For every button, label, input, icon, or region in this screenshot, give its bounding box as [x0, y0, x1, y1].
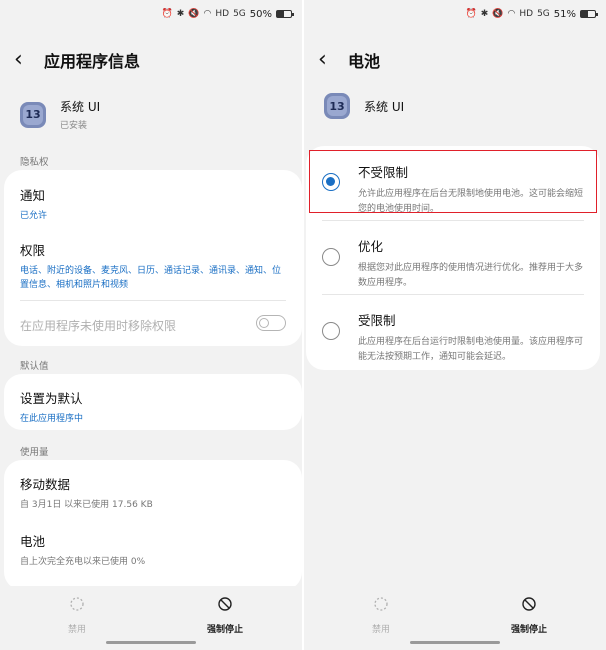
- mute-icon: 🔇: [492, 9, 504, 19]
- battery-screen: ⏰ ✱ 🔇 ◠ HD 5G 51% ‹ 电池 13 系统 UI 不受限制 允许此…: [304, 0, 606, 650]
- back-icon[interactable]: ‹: [318, 46, 342, 74]
- home-indicator[interactable]: [106, 641, 196, 644]
- option-description: 此应用程序在后台运行时限制电池使用量。该应用程序可能无法按预期工作，通知可能会延…: [358, 337, 584, 362]
- remove-permissions-toggle[interactable]: [256, 315, 286, 331]
- option-description: 根据您对此应用程序的使用情况进行优化。推荐用于大多数应用程序。: [358, 263, 584, 288]
- wifi-icon: ◠: [507, 9, 516, 19]
- force-stop-icon: [218, 597, 232, 611]
- mobile-data-row[interactable]: 移动数据 自 3月1日 以来已使用 17.56 KB: [20, 474, 286, 512]
- battery-title: 电池: [20, 534, 46, 549]
- battery-percent: 51%: [553, 8, 576, 20]
- app-header: 13 系统 UI 已安装: [20, 98, 100, 131]
- bluetooth-icon: ✱: [480, 9, 489, 19]
- force-stop-button[interactable]: 强制停止: [484, 596, 574, 635]
- app-name: 系统 UI: [364, 99, 405, 114]
- bottom-action-bar: 禁用 强制停止: [304, 586, 606, 650]
- app-name: 系统 UI: [60, 100, 101, 114]
- app-info-screen: ⏰ ✱ 🔇 ◠ HD 5G 50% ‹ 应用程序信息 13 系统 UI 已安装 …: [0, 0, 302, 650]
- mobile-data-value: 自 3月1日 以来已使用 17.56 KB: [20, 500, 153, 510]
- app-icon: 13: [20, 101, 46, 128]
- option-restricted[interactable]: 受限制 此应用程序在后台运行时限制电池使用量。该应用程序可能无法按预期工作，通知…: [358, 310, 584, 365]
- app-icon: 13: [324, 93, 350, 119]
- section-label-defaults: 默认值: [20, 361, 49, 372]
- usage-card: 移动数据 自 3月1日 以来已使用 17.56 KB 电池 自上次完全充电以来已…: [4, 460, 302, 590]
- notification-row[interactable]: 通知 已允许: [20, 185, 286, 223]
- wifi-icon: ◠: [203, 9, 212, 19]
- disable-label: 禁用: [67, 625, 86, 635]
- page-title: 应用程序信息: [44, 52, 141, 71]
- disable-label: 禁用: [371, 625, 390, 635]
- highlight-box: [309, 150, 597, 213]
- divider: [20, 300, 286, 301]
- option-title: 受限制: [358, 313, 396, 328]
- force-stop-label: 强制停止: [206, 625, 243, 635]
- remove-permissions-row: 在应用程序未使用时移除权限: [20, 315, 286, 333]
- option-radio-restricted[interactable]: [322, 322, 340, 340]
- option-optimized[interactable]: 优化 根据您对此应用程序的使用情况进行优化。推荐用于大多数应用程序。: [358, 236, 584, 291]
- divider: [322, 294, 584, 295]
- set-default-title: 设置为默认: [20, 391, 83, 406]
- home-indicator[interactable]: [410, 641, 500, 644]
- permissions-title: 权限: [20, 243, 46, 258]
- permissions-row[interactable]: 权限 电话、附近的设备、麦克风、日历、通话记录、通讯录、通知、位置信息、相机和照…: [20, 240, 286, 292]
- battery-row[interactable]: 电池 自上次完全充电以来已使用 0%: [20, 531, 286, 569]
- permissions-value: 电话、附近的设备、麦克风、日历、通话记录、通讯录、通知、位置信息、相机和照片和视…: [20, 266, 282, 290]
- disable-icon: [374, 597, 388, 611]
- disable-button[interactable]: 禁用: [336, 596, 426, 635]
- section-label-usage: 使用量: [20, 447, 49, 458]
- notification-title: 通知: [20, 188, 46, 203]
- hd-icon: HD: [215, 9, 230, 19]
- status-bar: ⏰ ✱ 🔇 ◠ HD 5G 51%: [465, 6, 598, 22]
- battery-icon: [276, 10, 294, 18]
- defaults-card: 设置为默认 在此应用程序中: [4, 374, 302, 430]
- page-title: 电池: [348, 52, 381, 71]
- status-bar: ⏰ ✱ 🔇 ◠ HD 5G 50%: [161, 6, 294, 22]
- battery-icon: [580, 10, 598, 18]
- disable-button[interactable]: 禁用: [32, 596, 122, 635]
- set-default-row[interactable]: 设置为默认 在此应用程序中: [20, 388, 286, 426]
- back-icon[interactable]: ‹: [14, 46, 38, 74]
- mobile-data-title: 移动数据: [20, 477, 71, 492]
- alarm-icon: ⏰: [465, 9, 477, 19]
- app-install-state: 已安装: [60, 121, 88, 131]
- bluetooth-icon: ✱: [176, 9, 185, 19]
- divider: [322, 220, 584, 221]
- mute-icon: 🔇: [188, 9, 200, 19]
- force-stop-button[interactable]: 强制停止: [180, 596, 270, 635]
- battery-percent: 50%: [249, 8, 272, 20]
- option-title: 优化: [358, 239, 384, 254]
- app-header: 13 系统 UI: [324, 93, 404, 119]
- signal-icon: 5G: [537, 9, 550, 19]
- alarm-icon: ⏰: [161, 9, 173, 19]
- bottom-action-bar: 禁用 强制停止: [0, 586, 302, 650]
- option-radio-optimized[interactable]: [322, 248, 340, 266]
- set-default-value: 在此应用程序中: [20, 414, 84, 424]
- force-stop-label: 强制停止: [510, 625, 547, 635]
- disable-icon: [70, 597, 84, 611]
- notification-value: 已允许: [20, 211, 48, 221]
- remove-permissions-label: 在应用程序未使用时移除权限: [20, 319, 177, 333]
- signal-icon: 5G: [233, 9, 246, 19]
- privacy-card: 通知 已允许 权限 电话、附近的设备、麦克风、日历、通话记录、通讯录、通知、位置…: [4, 170, 302, 346]
- battery-value: 自上次完全充电以来已使用 0%: [20, 557, 146, 567]
- hd-icon: HD: [519, 9, 534, 19]
- section-label-privacy: 隐私权: [20, 157, 49, 168]
- force-stop-icon: [522, 597, 536, 611]
